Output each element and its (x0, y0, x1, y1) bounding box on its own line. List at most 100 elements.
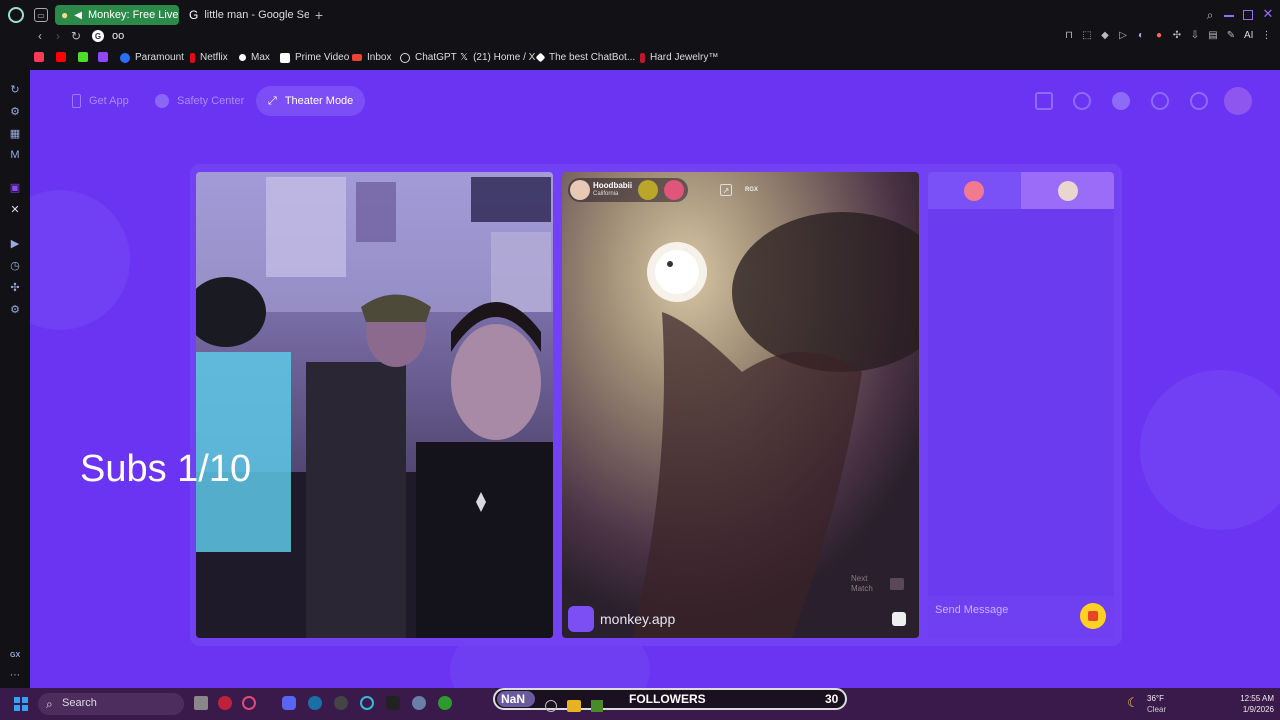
bookmark-chatbot[interactable]: The best ChatBot... (535, 52, 636, 63)
workspace-icon[interactable]: ▭ (34, 8, 48, 22)
url-input[interactable]: oo (112, 30, 124, 42)
settings-gear-icon[interactable] (412, 696, 426, 710)
monkey-favicon-icon: ● (61, 8, 69, 22)
puzzle-icon[interactable]: ✣ (1172, 30, 1182, 41)
sidebar-more-icon[interactable]: ⋯ (10, 670, 20, 681)
bookmark-prime-video[interactable]: Prime Video (280, 52, 349, 63)
sidebar-x-icon[interactable]: ✕ (8, 202, 22, 216)
bookmark-apple-music[interactable] (34, 52, 44, 62)
back-icon[interactable]: ‹ (34, 29, 46, 43)
sidebar-twitch-icon[interactable]: ▣ (8, 180, 22, 194)
app-red-icon[interactable] (218, 696, 232, 710)
extensions-icon[interactable]: ✣ (8, 280, 22, 294)
chatgpt-icon (400, 52, 410, 63)
pin-icon[interactable]: ⊓ (1064, 30, 1074, 41)
like-heart-icon[interactable] (638, 180, 658, 200)
bookmark-youtube[interactable] (56, 52, 66, 62)
settings-icon[interactable]: ⚙ (8, 302, 22, 316)
region-badge: RGX (745, 187, 759, 193)
history-clock-icon[interactable] (1151, 92, 1169, 110)
bookmark-label: The best ChatBot... (549, 52, 636, 63)
remote-user-pill[interactable]: Hoodbabii California (568, 178, 688, 202)
bookmark-kick[interactable] (78, 52, 88, 62)
opera-gx-taskbar-icon[interactable] (242, 696, 256, 710)
ai-label[interactable]: AI (1244, 30, 1253, 41)
taskbar-time[interactable]: 12:55 AM (1224, 694, 1274, 703)
play-icon[interactable]: ▷ (1118, 30, 1128, 41)
ai-pen-icon[interactable]: ✎ (1226, 30, 1236, 41)
profile-avatar[interactable] (1224, 87, 1252, 115)
xbox-icon[interactable] (438, 696, 452, 710)
new-tab-plus-icon[interactable]: + (312, 7, 326, 23)
snapshot-icon[interactable]: ⬚ (1082, 30, 1092, 41)
wallet-icon[interactable]: ▤ (1208, 30, 1218, 41)
capcut-icon[interactable] (386, 696, 400, 710)
bookmark-twitch[interactable] (98, 52, 108, 62)
chat-tab-left[interactable] (928, 172, 1021, 209)
gx-control-icon[interactable]: ⚙ (8, 104, 22, 118)
more-menu-icon[interactable]: ⋮ (1261, 30, 1271, 41)
shop-icon[interactable] (1035, 92, 1053, 110)
bookmark-chatgpt[interactable]: ChatGPT (400, 52, 457, 63)
opera-logo-icon[interactable] (8, 7, 24, 23)
player-icon[interactable]: ▶ (8, 236, 22, 250)
task-view-icon[interactable] (194, 696, 208, 710)
speed-dial-icon[interactable]: ↻ (8, 82, 22, 96)
search-tabs-icon[interactable]: ⌕ (1203, 8, 1217, 22)
bookmark-paramount[interactable]: Paramount (120, 52, 184, 63)
gift-button[interactable] (1080, 603, 1106, 629)
theater-mode-button[interactable]: ⤢ Theater Mode (256, 86, 366, 116)
windows-start-icon[interactable] (14, 697, 28, 711)
bookmark-netflix[interactable]: Netflix (190, 52, 228, 63)
clock-app-icon[interactable] (545, 700, 557, 712)
external-link-icon[interactable]: ↗ (720, 184, 732, 196)
extension-icon[interactable]: ● (1154, 30, 1164, 41)
remote-avatar[interactable] (570, 180, 590, 200)
minimize-icon[interactable] (1224, 15, 1234, 17)
bg-decoration (30, 190, 130, 330)
gmail-icon (352, 54, 362, 61)
next-match-icon[interactable] (890, 578, 904, 590)
friends-icon[interactable] (1112, 92, 1130, 110)
taskbar-search-box[interactable]: ⌕ Search (38, 693, 184, 715)
search-icon[interactable] (1073, 92, 1091, 110)
speaker-icon[interactable]: ◀ (74, 10, 82, 21)
weather-condition[interactable]: Clear (1147, 705, 1166, 714)
gx-label[interactable]: GX (10, 652, 20, 659)
history-icon[interactable]: ◷ (8, 258, 22, 272)
app-c-icon[interactable] (360, 696, 374, 710)
next-match-label[interactable]: Next Match (851, 574, 873, 594)
forward-icon[interactable]: › (52, 29, 64, 43)
bookmark-x-home[interactable]: 𝕏 (21) Home / X (460, 52, 535, 63)
report-icon[interactable] (892, 612, 906, 626)
tab-monkey[interactable]: ● ◀ Monkey: Free Live Vid (55, 5, 179, 25)
messenger-icon[interactable]: M (8, 148, 22, 162)
send-message-input[interactable]: Send Message (935, 604, 1008, 616)
restore-icon[interactable] (1243, 10, 1253, 20)
gx-corner-icon[interactable]: ▦ (8, 126, 22, 140)
bookmark-hard-jewelry[interactable]: Hard Jewelry™ (640, 52, 718, 63)
shield-check-icon (155, 94, 169, 108)
tab-google-search[interactable]: G little man - Google Search (183, 5, 309, 25)
gift-badge-icon[interactable] (664, 180, 684, 200)
chat-tab-right[interactable] (1021, 172, 1114, 209)
aria-icon[interactable]: ◐ (1136, 30, 1146, 41)
taskbar-date[interactable]: 1/9/2026 (1224, 705, 1274, 714)
steam-icon[interactable] (308, 696, 322, 710)
messages-icon[interactable] (1190, 92, 1208, 110)
remote-location: California (593, 191, 619, 197)
download-icon[interactable]: ⇩ (1190, 30, 1200, 41)
bookmark-max[interactable]: Max (239, 52, 270, 63)
reload-icon[interactable]: ↻ (70, 29, 82, 43)
file-explorer-icon[interactable] (567, 700, 581, 712)
bookmark-inbox[interactable]: Inbox (352, 52, 391, 63)
bookmark-label: Paramount (135, 52, 184, 63)
minecraft-icon[interactable] (591, 700, 603, 712)
close-window-icon[interactable]: ✕ (1262, 6, 1274, 21)
get-app-button[interactable]: Get App (60, 86, 141, 116)
weather-temp[interactable]: 36°F (1147, 694, 1164, 703)
shield-icon[interactable]: ◆ (1100, 30, 1110, 41)
discord-icon[interactable] (282, 696, 296, 710)
safety-center-button[interactable]: Safety Center (143, 86, 256, 116)
obs-icon[interactable] (334, 696, 348, 710)
